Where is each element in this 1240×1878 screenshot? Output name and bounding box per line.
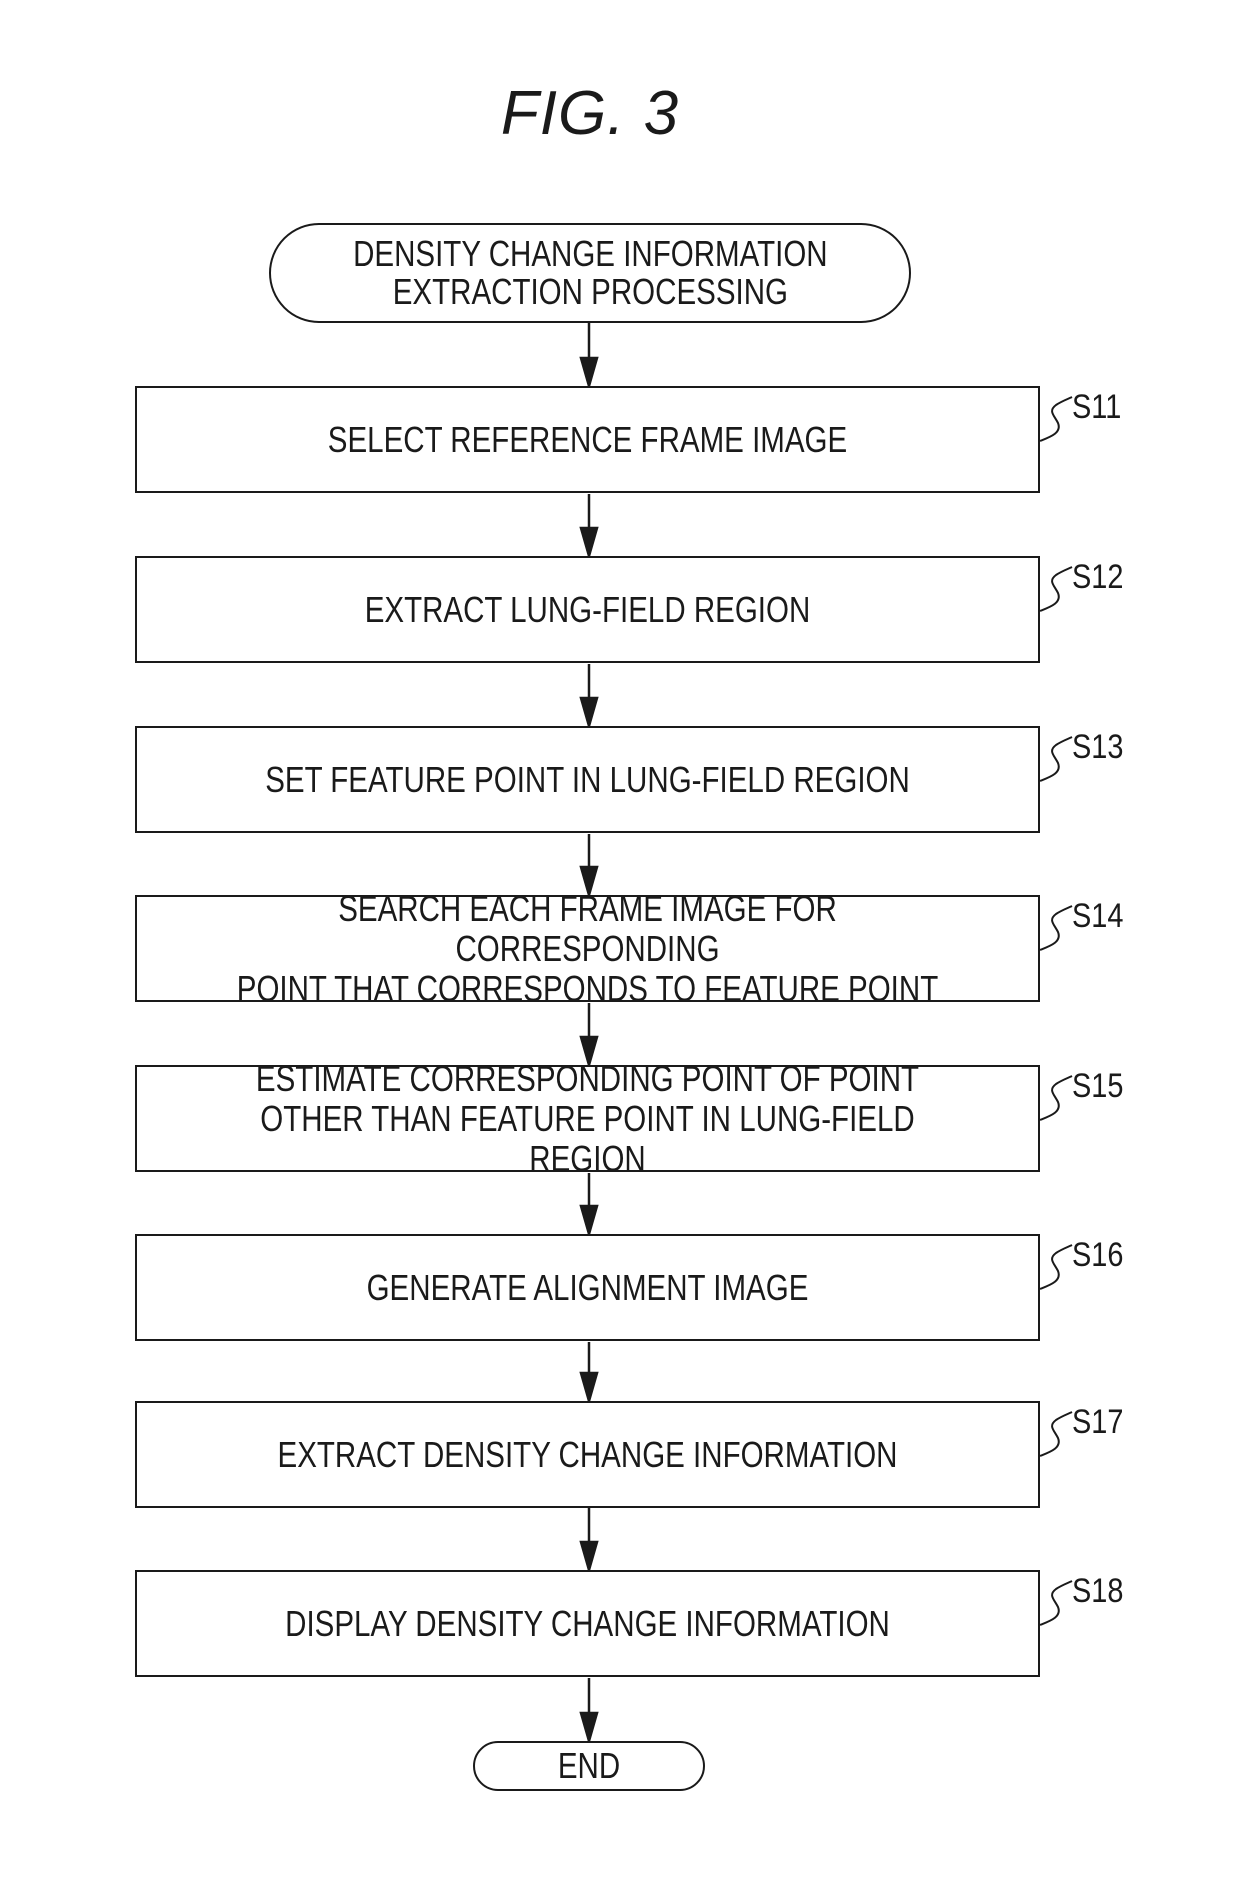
step-box-s11: SELECT REFERENCE FRAME IMAGE — [135, 386, 1040, 493]
step-box-s14: SEARCH EACH FRAME IMAGE FOR CORRESPONDIN… — [135, 888, 1040, 1008]
step-box-s18: DISPLAY DENSITY CHANGE INFORMATION — [135, 1570, 1040, 1677]
step-id-s11: S11 — [1072, 388, 1122, 426]
arrowhead-icon — [579, 356, 599, 391]
end-terminal: END — [473, 1741, 705, 1791]
step-box-s16: GENERATE ALIGNMENT IMAGE — [135, 1234, 1040, 1341]
leader-line — [1039, 905, 1073, 951]
leader-line — [1039, 396, 1073, 442]
step-id-s17: S17 — [1072, 1403, 1124, 1441]
step-box-s17: EXTRACT DENSITY CHANGE INFORMATION — [135, 1401, 1040, 1508]
arrowhead-icon — [579, 526, 599, 561]
step-label: EXTRACT DENSITY CHANGE INFORMATION — [277, 1433, 898, 1475]
step-label: ESTIMATE CORRESPONDING POINT OF POINT OT… — [255, 1057, 920, 1179]
step-id-s12: S12 — [1072, 558, 1124, 596]
leader-line — [1039, 1580, 1073, 1626]
arrowhead-icon — [579, 1371, 599, 1406]
step-box-s13: SET FEATURE POINT IN LUNG-FIELD REGION — [135, 726, 1040, 833]
step-id-s16: S16 — [1072, 1236, 1124, 1274]
step-label: GENERATE ALIGNMENT IMAGE — [366, 1266, 809, 1308]
step-label: SET FEATURE POINT IN LUNG-FIELD REGION — [265, 758, 910, 800]
step-box-s15: ESTIMATE CORRESPONDING POINT OF POINT OT… — [135, 1058, 1040, 1178]
start-terminal: DENSITY CHANGE INFORMATION EXTRACTION PR… — [269, 223, 911, 323]
start-terminal-label: DENSITY CHANGE INFORMATION EXTRACTION PR… — [352, 233, 828, 312]
arrowhead-icon — [579, 1204, 599, 1239]
leader-line — [1039, 566, 1073, 612]
step-id-s15: S15 — [1072, 1067, 1124, 1105]
step-box-s12: EXTRACT LUNG-FIELD REGION — [135, 556, 1040, 663]
leader-line — [1039, 1244, 1073, 1290]
arrowhead-icon — [579, 696, 599, 731]
step-id-s13: S13 — [1072, 728, 1124, 766]
step-label: SELECT REFERENCE FRAME IMAGE — [327, 418, 848, 460]
step-label: DISPLAY DENSITY CHANGE INFORMATION — [285, 1602, 890, 1644]
end-terminal-label: END — [557, 1745, 621, 1786]
step-id-s14: S14 — [1072, 897, 1124, 935]
step-label: SEARCH EACH FRAME IMAGE FOR CORRESPONDIN… — [236, 887, 939, 1009]
arrowhead-icon — [579, 1540, 599, 1575]
step-label: EXTRACT LUNG-FIELD REGION — [364, 588, 811, 630]
leader-line — [1039, 736, 1073, 782]
arrowhead-icon — [579, 1711, 599, 1746]
leader-line — [1039, 1075, 1073, 1121]
step-id-s18: S18 — [1072, 1572, 1124, 1610]
leader-line — [1039, 1411, 1073, 1457]
